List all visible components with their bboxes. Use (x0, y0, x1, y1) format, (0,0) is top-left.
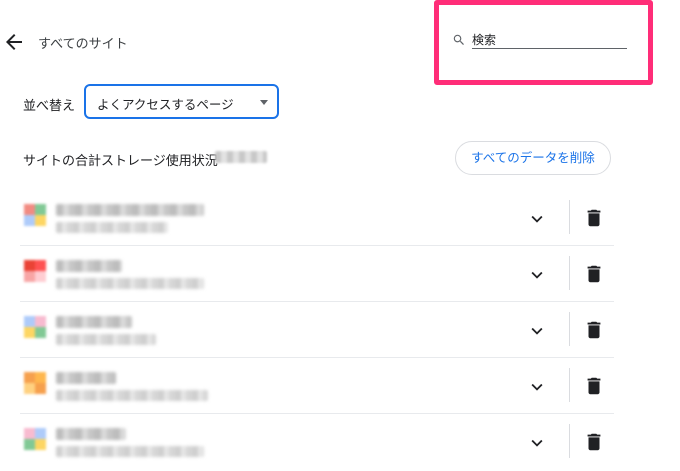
search-input[interactable] (472, 32, 627, 49)
trash-icon (587, 433, 601, 451)
chevron-down-icon (531, 439, 543, 447)
site-name-redacted (56, 428, 126, 440)
search-box (452, 32, 630, 50)
site-row[interactable] (0, 358, 620, 414)
chevron-down-icon (531, 215, 543, 223)
storage-usage-value-redacted (215, 151, 267, 163)
row-separator (569, 424, 570, 458)
row-separator (569, 256, 570, 290)
delete-site-button[interactable] (583, 263, 605, 285)
site-name-redacted (56, 316, 132, 328)
site-detail-redacted (56, 390, 208, 401)
site-detail-redacted (56, 222, 168, 233)
sort-select[interactable]: よくアクセスするページ (84, 84, 279, 119)
row-separator (569, 368, 570, 402)
chevron-down-icon (531, 327, 543, 335)
dropdown-caret-icon (260, 100, 268, 105)
site-row[interactable] (0, 190, 620, 246)
expand-site-button[interactable] (526, 320, 548, 342)
search-icon (453, 34, 464, 45)
expand-site-button[interactable] (526, 264, 548, 286)
site-row[interactable] (0, 414, 620, 470)
site-name-redacted (56, 204, 204, 216)
site-name-redacted (56, 372, 116, 384)
site-favicon-icon (24, 316, 46, 338)
expand-site-button[interactable] (526, 376, 548, 398)
site-row[interactable] (0, 302, 620, 358)
chevron-down-icon (531, 383, 543, 391)
site-favicon-icon (24, 372, 46, 394)
delete-site-button[interactable] (583, 319, 605, 341)
site-name-redacted (56, 260, 122, 272)
sort-label: 並べ替え (23, 99, 76, 114)
expand-site-button[interactable] (526, 432, 548, 454)
page-title: すべてのサイト (38, 37, 128, 52)
delete-site-button[interactable] (583, 431, 605, 453)
clear-all-data-button[interactable]: すべてのデータを削除 (455, 141, 611, 175)
site-detail-redacted (56, 446, 204, 457)
back-button[interactable] (2, 30, 26, 54)
site-detail-redacted (56, 278, 204, 289)
trash-icon (587, 377, 601, 395)
delete-site-button[interactable] (583, 375, 605, 397)
trash-icon (587, 209, 601, 227)
row-separator (569, 312, 570, 346)
storage-usage-label: サイトの合計ストレージ使用状況 (23, 154, 218, 169)
chevron-down-icon (531, 271, 543, 279)
sort-select-value: よくアクセスするページ (97, 97, 234, 112)
arrow-back-icon (6, 34, 22, 50)
expand-site-button[interactable] (526, 208, 548, 230)
site-detail-redacted (56, 334, 156, 345)
site-favicon-icon (24, 260, 46, 282)
site-favicon-icon (24, 204, 46, 226)
delete-site-button[interactable] (583, 207, 605, 229)
site-row[interactable] (0, 246, 620, 302)
site-favicon-icon (24, 428, 46, 450)
trash-icon (587, 265, 601, 283)
row-separator (569, 200, 570, 234)
trash-icon (587, 321, 601, 339)
